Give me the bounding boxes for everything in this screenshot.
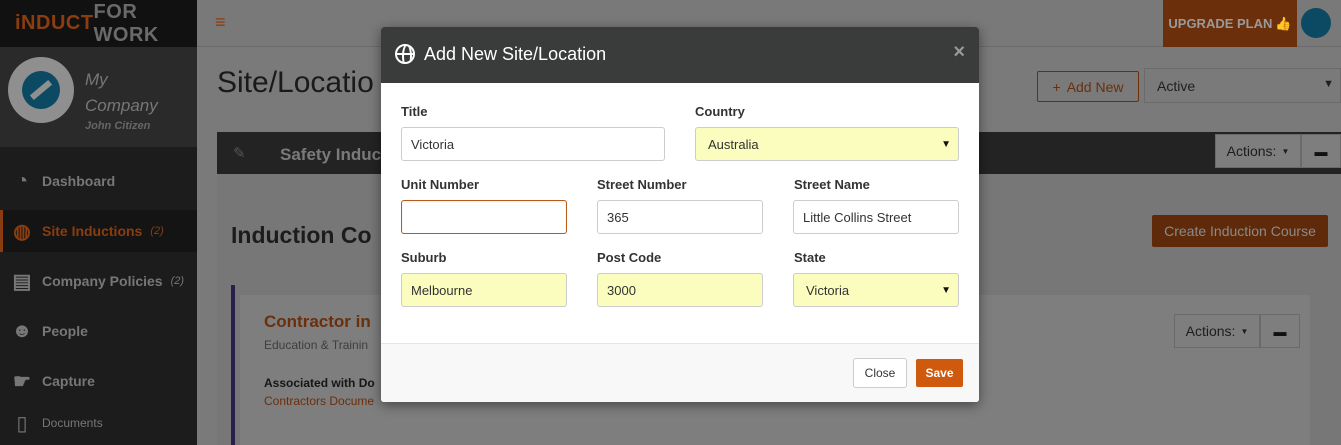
- actions-label: Actions:: [1185, 323, 1236, 339]
- suburb-field[interactable]: Melbourne: [401, 273, 567, 307]
- caret-down-icon: ▼: [1240, 326, 1249, 336]
- title-field[interactable]: Victoria: [401, 127, 665, 161]
- edit-icon[interactable]: ✎: [233, 144, 246, 162]
- upgrade-plan-button[interactable]: UPGRADE PLAN 👍: [1163, 0, 1297, 47]
- upgrade-plan-label: UPGRADE PLAN: [1168, 16, 1273, 31]
- users-icon: ☻: [11, 319, 33, 342]
- country-select[interactable]: Australia ▼: [695, 127, 959, 161]
- close-button[interactable]: Close: [853, 358, 907, 388]
- save-button[interactable]: Save: [916, 359, 963, 387]
- caret-down-icon: ▼: [1323, 78, 1334, 90]
- thumbs-up-icon: 👍: [1275, 15, 1292, 31]
- modal-body: Title Victoria Country Australia ▼ Unit …: [381, 83, 979, 343]
- profile-card: My Company John Citizen: [0, 47, 197, 147]
- user-name: John Citizen: [85, 120, 151, 132]
- suburb-label: Suburb: [401, 250, 447, 265]
- street-number-field-value: 365: [607, 209, 629, 225]
- course-subtitle: Education & Trainin: [264, 338, 369, 352]
- state-select[interactable]: Victoria ▼: [793, 273, 959, 307]
- panel-actions-button[interactable]: Actions: ▼: [1215, 134, 1301, 168]
- panel-title: Safety Induc: [280, 145, 382, 164]
- post-code-label: Post Code: [597, 250, 662, 265]
- menu-toggle-icon[interactable]: ≡: [215, 12, 226, 33]
- app-mark-icon[interactable]: [1294, 1, 1338, 45]
- sidebar-item-people[interactable]: ☻ People: [0, 310, 197, 352]
- unit-number-field[interactable]: [401, 200, 567, 234]
- course-actions-button[interactable]: Actions: ▼: [1174, 314, 1260, 348]
- associated-label: Associated with Do: [264, 376, 375, 390]
- title-label: Title: [401, 104, 428, 119]
- caret-down-icon: ▼: [941, 139, 951, 150]
- suburb-field-value: Melbourne: [411, 282, 473, 298]
- sidebar-item-label: Site Inductions: [42, 223, 143, 239]
- sidebar-item-company-policies[interactable]: ▤ Company Policies (2): [0, 260, 197, 302]
- street-name-field[interactable]: Little Collins Street: [793, 200, 959, 234]
- add-new-button[interactable]: + Add New: [1037, 71, 1139, 102]
- add-site-location-modal: Add New Site/Location × Title Victoria C…: [381, 27, 979, 402]
- status-filter-value: Active: [1157, 78, 1196, 94]
- archive-icon: ▬: [1273, 323, 1287, 339]
- sidebar-item-label: Dashboard: [42, 173, 116, 189]
- state-select-value: Victoria: [806, 282, 850, 298]
- sidebar-item-label: People: [42, 323, 88, 339]
- sidebar-item-site-inductions[interactable]: ◍ Site Inductions (2): [0, 210, 197, 252]
- sidebar-item-dashboard[interactable]: ◔ Dashboard: [0, 160, 197, 202]
- logo-text-induct: iNDUCT: [15, 12, 94, 34]
- company-logo-icon: [14, 63, 68, 117]
- country-select-value: Australia: [708, 136, 759, 152]
- close-icon[interactable]: ×: [953, 41, 965, 64]
- street-number-label: Street Number: [597, 177, 687, 192]
- panel-archive-button[interactable]: ▬: [1301, 134, 1341, 168]
- logo-text-forwork: FOR WORK: [93, 0, 159, 46]
- company-avatar[interactable]: [8, 57, 74, 123]
- modal-header: Add New Site/Location ×: [381, 27, 979, 83]
- status-filter-select[interactable]: Active ▼: [1144, 68, 1341, 103]
- document-icon: ▤: [12, 270, 32, 293]
- sidebar-item-capture[interactable]: ☛ Capture: [0, 360, 197, 402]
- plus-icon: +: [1052, 78, 1061, 95]
- street-number-field[interactable]: 365: [597, 200, 763, 234]
- unit-number-label: Unit Number: [401, 177, 479, 192]
- caret-down-icon: ▼: [941, 285, 951, 296]
- file-icon: ▯: [16, 412, 28, 435]
- course-archive-button[interactable]: ▬: [1260, 314, 1300, 348]
- globe-icon: [395, 44, 415, 64]
- add-new-label: Add New: [1066, 78, 1124, 95]
- sidebar-item-count: (2): [150, 225, 164, 237]
- course-accent-bar: [231, 285, 235, 445]
- modal-footer: Close Save: [381, 343, 979, 402]
- speedometer-icon: ◔: [15, 169, 29, 192]
- create-induction-course-button[interactable]: Create Induction Course: [1152, 215, 1328, 247]
- sidebar-item-documents[interactable]: ▯ Documents: [0, 402, 197, 444]
- title-field-value: Victoria: [411, 136, 455, 152]
- course-title[interactable]: Contractor in: [264, 312, 371, 332]
- actions-label: Actions:: [1226, 143, 1277, 159]
- sidebar-item-label: Company Policies: [42, 273, 163, 289]
- sidebar-item-label: Documents: [42, 416, 103, 430]
- post-code-field[interactable]: 3000: [597, 273, 763, 307]
- sidebar-item-count: (2): [170, 275, 185, 287]
- section-title: Induction Co: [231, 222, 372, 248]
- country-label: Country: [695, 104, 745, 119]
- page-title: Site/Locatio: [217, 66, 374, 99]
- app-logo[interactable]: iNDUCT FOR WORK: [0, 0, 197, 47]
- state-label: State: [794, 250, 826, 265]
- street-name-field-value: Little Collins Street: [803, 209, 912, 225]
- globe-icon: ◍: [13, 220, 31, 243]
- modal-title: Add New Site/Location: [424, 44, 607, 64]
- caret-down-icon: ▼: [1281, 146, 1290, 156]
- hand-icon: ☛: [13, 370, 31, 393]
- sidebar: iNDUCT FOR WORK My Company John Citizen ◔…: [0, 0, 197, 445]
- archive-icon: ▬: [1314, 143, 1328, 159]
- associated-document-link[interactable]: Contractors Docume: [264, 394, 374, 408]
- post-code-field-value: 3000: [607, 282, 636, 298]
- company-name: My Company: [85, 70, 158, 115]
- sidebar-item-label: Capture: [42, 373, 95, 389]
- street-name-label: Street Name: [794, 177, 870, 192]
